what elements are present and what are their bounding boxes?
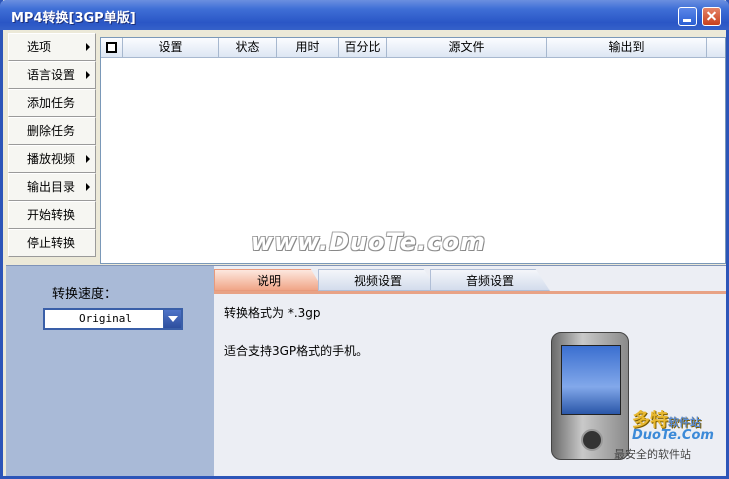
- sidebar-item-output-dir[interactable]: 输出目录: [8, 173, 96, 201]
- chevron-down-icon[interactable]: [163, 310, 181, 328]
- format-description: 转换格式为 *.3gp: [224, 306, 321, 320]
- column-header-source[interactable]: 源文件: [387, 38, 547, 58]
- title-bar[interactable]: MP4转换[3GP单版]: [0, 0, 729, 30]
- pda-phone-image: [551, 332, 629, 460]
- column-header-elapsed[interactable]: 用时: [277, 38, 339, 58]
- tab-video-settings[interactable]: 视频设置: [318, 269, 438, 291]
- pda-screen: [561, 345, 621, 415]
- app-window: MP4转换[3GP单版] 选项 语言设置 添加任务 删除任务 播放视频 输出目录…: [0, 0, 729, 479]
- tab-audio-settings[interactable]: 音频设置: [430, 269, 550, 291]
- minimize-button[interactable]: [678, 7, 697, 26]
- sidebar-item-label: 删除任务: [27, 124, 76, 138]
- sidebar-item-label: 停止转换: [27, 236, 76, 250]
- brand-site: DuoTe.Com: [632, 428, 714, 443]
- sidebar-item-options[interactable]: 选项: [8, 33, 96, 61]
- speed-select-value: Original: [79, 312, 132, 325]
- task-area: 选项 语言设置 添加任务 删除任务 播放视频 输出目录 开始转换 停止转换 设置…: [6, 33, 726, 265]
- tab-description[interactable]: 说明: [214, 269, 324, 291]
- submenu-arrow-icon: [86, 155, 90, 163]
- column-header-settings[interactable]: 设置: [123, 38, 219, 58]
- close-button[interactable]: [702, 7, 721, 26]
- watermark-text: www.DuoTe.com: [251, 228, 486, 256]
- sidebar-item-label: 开始转换: [27, 208, 76, 222]
- task-table[interactable]: 设置 状态 用时 百分比 源文件 输出到 www.DuoTe.com: [100, 37, 726, 264]
- submenu-arrow-icon: [86, 183, 90, 191]
- sidebar-item-add-task[interactable]: 添加任务: [8, 89, 96, 117]
- column-header-output[interactable]: 输出到: [547, 38, 707, 58]
- sidebar-item-label: 播放视频: [27, 152, 76, 166]
- sidebar-menu: 选项 语言设置 添加任务 删除任务 播放视频 输出目录 开始转换 停止转换: [8, 33, 96, 264]
- pda-dpad: [581, 429, 603, 451]
- sidebar-item-delete-task[interactable]: 删除任务: [8, 117, 96, 145]
- brand-tagline: 最安全的软件站: [614, 448, 691, 461]
- sidebar-item-label: 语言设置: [27, 68, 76, 82]
- column-header-status[interactable]: 状态: [219, 38, 277, 58]
- support-description: 适合支持3GP格式的手机。: [224, 344, 369, 358]
- window-title: MP4转换[3GP单版]: [11, 11, 136, 26]
- speed-select[interactable]: Original: [43, 308, 183, 330]
- select-all-checkbox[interactable]: [106, 42, 117, 53]
- speed-label: 转换速度：: [52, 287, 118, 302]
- tab-bar: 说明 视频设置 音频设置: [214, 269, 726, 291]
- sidebar-item-play-video[interactable]: 播放视频: [8, 145, 96, 173]
- sidebar-item-stop-convert[interactable]: 停止转换: [8, 229, 96, 257]
- sidebar-item-start-convert[interactable]: 开始转换: [8, 201, 96, 229]
- sidebar-item-label: 添加任务: [27, 96, 76, 110]
- submenu-arrow-icon: [86, 71, 90, 79]
- sidebar-item-language[interactable]: 语言设置: [8, 61, 96, 89]
- table-header: 设置 状态 用时 百分比 源文件 输出到: [101, 38, 725, 58]
- settings-panel: 说明 视频设置 音频设置 转换格式为 *.3gp 适合支持3GP格式的手机。 多…: [214, 266, 726, 476]
- select-all-checkbox-cell[interactable]: [101, 38, 123, 58]
- sidebar-item-label: 输出目录: [27, 180, 76, 194]
- submenu-arrow-icon: [86, 43, 90, 51]
- sidebar-item-label: 选项: [27, 40, 52, 54]
- tab-divider: [214, 291, 726, 294]
- settings-area: 转换速度： Original 说明 视频设置 音频设置 转换格式为 *.3gp …: [6, 265, 726, 476]
- column-header-percent[interactable]: 百分比: [339, 38, 387, 58]
